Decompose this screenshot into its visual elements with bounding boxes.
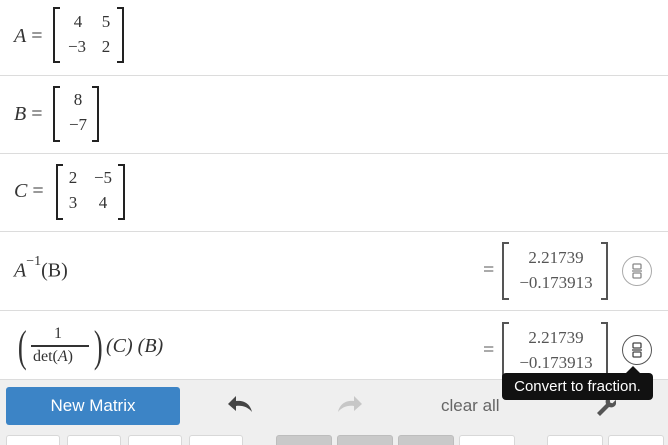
- fraction-denominator: det(A): [33, 348, 73, 365]
- matrix-c-left-bracket: [56, 164, 63, 220]
- matrix-a-cell: 5: [101, 12, 111, 31]
- matrix-b-left-bracket: [53, 86, 60, 142]
- keypad-key[interactable]: [276, 435, 332, 445]
- expression-rest: (C) (B): [106, 335, 164, 357]
- result-cell: 2.21739: [528, 328, 584, 347]
- matrix-a-cell: 2: [101, 37, 111, 56]
- keypad-key[interactable]: [67, 435, 121, 445]
- keypad-key[interactable]: [6, 435, 60, 445]
- matrix-b-label: B =: [14, 103, 43, 125]
- fraction-icon: [632, 342, 642, 358]
- matrix-b-right-bracket: [92, 86, 99, 142]
- matrix-c-right-bracket: [118, 164, 125, 220]
- matrix-row-a[interactable]: A = 4 5 −3 2: [0, 0, 668, 76]
- matrix-c-cell: 3: [68, 193, 78, 212]
- matrix-a-left-bracket: [53, 7, 60, 63]
- new-matrix-button[interactable]: New Matrix: [6, 387, 180, 425]
- expression-row-det[interactable]: ( 1 det(A) ) (C) (B) = 2.21739 −0.173913: [0, 311, 668, 380]
- matrix-b-cell: 8: [73, 90, 83, 109]
- big-left-paren: (: [17, 322, 27, 371]
- tooltip-arrow: [626, 366, 640, 373]
- result-right-bracket: [601, 242, 608, 300]
- convert-to-fraction-button[interactable]: [622, 335, 652, 365]
- undo-arrow-icon[interactable]: [226, 392, 256, 418]
- keypad-key[interactable]: [398, 435, 454, 445]
- fraction-bar: [31, 345, 89, 347]
- fraction-icon: [632, 263, 642, 279]
- clear-all-button[interactable]: clear all: [441, 396, 500, 416]
- result-cell: −0.173913: [519, 273, 593, 292]
- keypad-key[interactable]: [547, 435, 603, 445]
- result-cell: 2.21739: [528, 248, 584, 267]
- redo-arrow-icon[interactable]: [334, 392, 364, 418]
- matrix-row-c[interactable]: C = 2 −5 3 4: [0, 154, 668, 232]
- keypad-key[interactable]: [189, 435, 243, 445]
- fraction-numerator: 1: [54, 325, 62, 342]
- keypad-key[interactable]: [128, 435, 182, 445]
- result-equals-sign: =: [483, 259, 495, 281]
- convert-to-fraction-tooltip: Convert to fraction.: [502, 373, 653, 400]
- expression-inverse: A−1(B): [14, 254, 68, 282]
- convert-to-fraction-button[interactable]: [622, 256, 652, 286]
- big-right-paren: ): [93, 322, 103, 371]
- matrix-c-label: C =: [14, 180, 44, 202]
- matrix-a-label: A =: [14, 25, 43, 47]
- keypad-key[interactable]: [337, 435, 393, 445]
- keypad-key[interactable]: [608, 435, 664, 445]
- result-cell: −0.173913: [519, 353, 593, 372]
- matrix-a-cell: −3: [67, 37, 87, 56]
- result-equals-sign: =: [483, 339, 495, 361]
- result-right-bracket: [601, 322, 608, 380]
- matrix-c-cell: 4: [98, 193, 108, 212]
- matrix-b-cell: −7: [68, 115, 88, 134]
- matrix-row-b[interactable]: B = 8 −7: [0, 76, 668, 154]
- expression-row-inverse[interactable]: A−1(B) = 2.21739 −0.173913: [0, 232, 668, 311]
- keypad-key[interactable]: [459, 435, 515, 445]
- matrix-a-right-bracket: [117, 7, 124, 63]
- matrix-a-cell: 4: [73, 12, 83, 31]
- matrix-c-cell: 2: [68, 168, 78, 187]
- matrix-c-cell: −5: [93, 168, 113, 187]
